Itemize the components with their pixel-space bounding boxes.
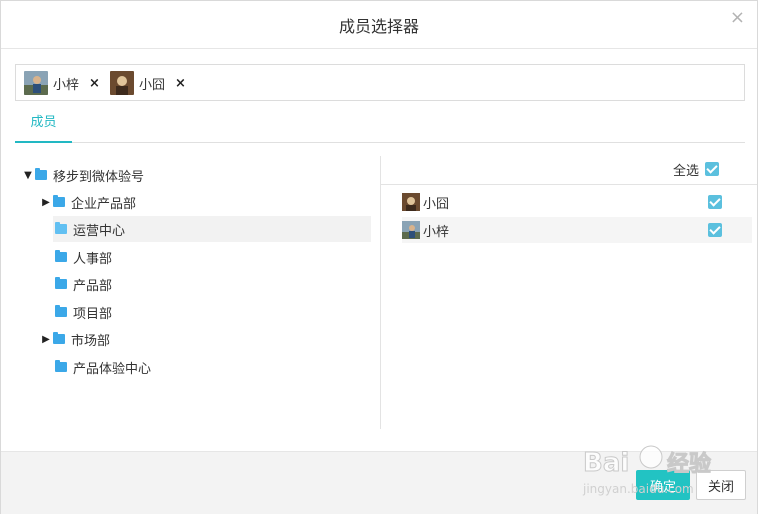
avatar [402, 193, 420, 211]
folder-icon [55, 250, 67, 262]
tree-label: 运营中心 [73, 223, 126, 239]
tree-label: 移步到微体验号 [53, 169, 145, 185]
tree-root[interactable]: ▼ 移步到微体验号 [21, 162, 371, 188]
member-name: 小囧 [423, 196, 450, 212]
tree-item[interactable]: ▶ 市场部 [39, 326, 371, 352]
tree-item[interactable]: 运营中心 [53, 216, 371, 242]
caret-right-icon[interactable]: ▶ [39, 197, 53, 208]
folder-icon [55, 360, 67, 372]
tree-item[interactable]: 产品部 [53, 271, 371, 297]
dialog-title: 成员选择器 [338, 17, 419, 36]
folder-icon [55, 305, 67, 317]
member-checkbox[interactable] [708, 195, 722, 209]
tree-label: 企业产品部 [71, 196, 137, 212]
folder-icon [55, 222, 67, 234]
tree-label: 项目部 [73, 306, 113, 322]
select-all-label: 全选 [673, 163, 700, 179]
tree-item[interactable]: 产品体验中心 [53, 354, 371, 380]
tree-item[interactable]: ▶ 企业产品部 [39, 189, 371, 215]
remove-icon[interactable]: × [89, 76, 100, 91]
confirm-button[interactable]: 确定 [636, 470, 690, 500]
member-row[interactable]: 小梓 [402, 217, 752, 243]
chip-name: 小梓 [53, 77, 80, 93]
member-name: 小梓 [423, 224, 450, 240]
folder-icon [53, 195, 65, 207]
folder-icon [55, 277, 67, 289]
selected-chip: 小囧 × [110, 70, 186, 96]
dialog-header: 成员选择器 × [1, 1, 757, 49]
tree-label: 产品部 [73, 278, 113, 294]
tree-item[interactable]: 项目部 [53, 299, 371, 325]
select-all[interactable]: 全选 [673, 160, 720, 179]
panel-divider [380, 156, 381, 429]
tab-members[interactable]: 成员 [15, 111, 72, 143]
member-selector-dialog: 成员选择器 × 小梓 × 小囧 × 成员 ▼ 移步到微体验号 ▶ 企业产品部 运… [0, 0, 758, 514]
caret-down-icon[interactable]: ▼ [21, 170, 35, 181]
folder-icon [35, 168, 47, 180]
folder-icon [53, 332, 65, 344]
avatar [24, 71, 48, 95]
close-icon[interactable]: × [730, 7, 745, 28]
tab-bar: 成员 [15, 111, 745, 143]
avatar [402, 221, 420, 239]
select-all-checkbox[interactable] [705, 162, 720, 176]
tree-label: 人事部 [73, 251, 113, 267]
divider [381, 184, 757, 185]
remove-icon[interactable]: × [175, 76, 186, 91]
selected-chip: 小梓 × [24, 70, 100, 96]
avatar [110, 71, 134, 95]
tree-item[interactable]: 人事部 [53, 244, 371, 270]
chip-name: 小囧 [139, 77, 166, 93]
selected-members-box[interactable]: 小梓 × 小囧 × [15, 64, 745, 101]
tree-label: 产品体验中心 [73, 361, 152, 377]
member-checkbox[interactable] [708, 223, 722, 237]
caret-right-icon[interactable]: ▶ [39, 334, 53, 345]
close-button[interactable]: 关闭 [696, 470, 746, 500]
tree-label: 市场部 [71, 333, 111, 349]
member-row[interactable]: 小囧 [402, 189, 752, 215]
